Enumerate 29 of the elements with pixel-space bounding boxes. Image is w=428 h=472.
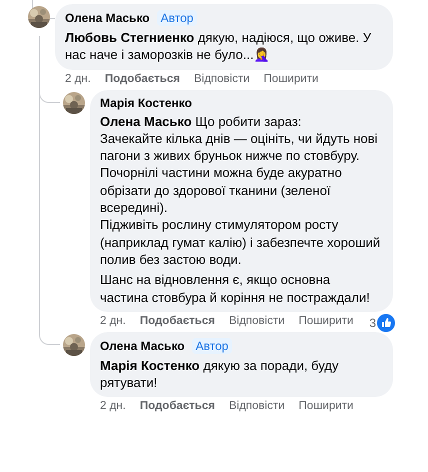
comment-text: Підживіть рослину стимулятором росту (наприклад гумат калію) і забезпечте хороший полив без застою води. (100, 216, 381, 268)
comment-author[interactable]: Марія Костенко (100, 96, 192, 110)
comment-author[interactable]: Олена Масько (100, 338, 185, 353)
like-link[interactable]: Подобається (104, 72, 180, 85)
comment-text: Почорнілі частини можна буде акуратно обрізати до здорової тканини (зеленої всередині). (100, 164, 343, 216)
reply-link[interactable]: Відповісти (228, 400, 285, 412)
author-badge: Автор (192, 338, 232, 354)
comment-text: Шанс на відновлення є, якщо основна частина стовбура й коріння не постраждали! (100, 271, 371, 306)
comment-time[interactable]: 2 дн. (65, 72, 91, 85)
like-link[interactable]: Подобається (140, 314, 215, 327)
avatar[interactable] (63, 334, 85, 356)
share-link[interactable]: Поширити (298, 314, 354, 327)
comment-author[interactable]: Олена Масько (65, 11, 150, 25)
avatar[interactable] (63, 92, 85, 114)
comment-time[interactable]: 2 дн. (100, 314, 126, 327)
reply-link[interactable]: Відповісти (194, 72, 250, 85)
comment-text: Олена Масько Що робити зараз: (100, 112, 302, 130)
like-icon (377, 314, 395, 332)
reaction-count[interactable]: 3 (369, 316, 376, 330)
comment-text: Зачекайте кілька днів — оцініть, чи йдуть нові пагони з живих бруньок нижче по стовбуру. (100, 130, 379, 164)
share-link[interactable]: Поширити (298, 400, 354, 412)
like-link[interactable]: Подобається (140, 400, 215, 412)
comment-text: Марія Костенко дякую за поради, буду рятувати! (100, 356, 340, 392)
reply-link[interactable]: Відповісти (228, 314, 285, 327)
author-badge: Автор (156, 10, 198, 26)
avatar[interactable] (28, 6, 50, 28)
comment-text: Любовь Стегниенко дякую, надіюся, що оживе. У нас наче і заморозків не було...🤦‍♀ (65, 29, 372, 64)
comment-time[interactable]: 2 дн. (100, 400, 126, 412)
share-link[interactable]: Поширити (264, 72, 318, 85)
